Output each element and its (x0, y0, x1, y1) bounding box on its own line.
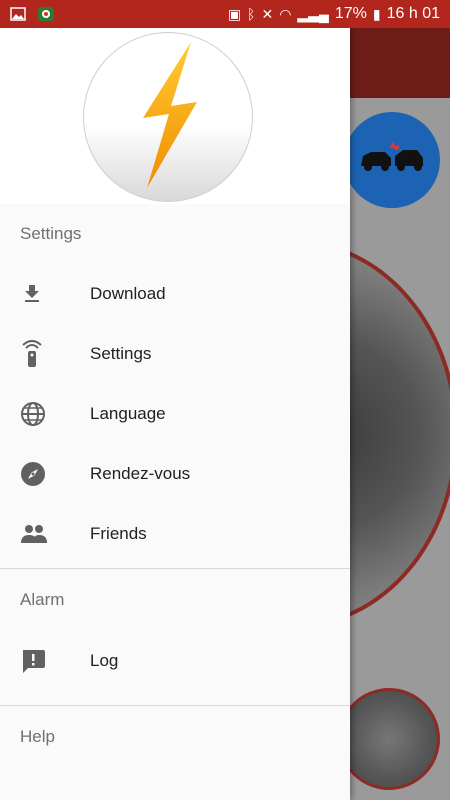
battery-icon: ▮ (372, 5, 381, 22)
wifi-icon: ◠ (279, 5, 292, 22)
people-icon (0, 523, 90, 545)
car-crash-icon (357, 140, 427, 181)
section-title-alarm: Alarm (20, 590, 65, 609)
mute-icon: ✕ (261, 5, 274, 22)
download-icon (0, 282, 90, 306)
menu-item-language[interactable]: Language (0, 384, 350, 444)
app-notification-icon (36, 6, 56, 22)
menu-label: Friends (90, 524, 147, 543)
drawer-header (0, 28, 350, 204)
menu-label: Settings (90, 344, 152, 363)
section-divider (0, 705, 350, 706)
section-title-help: Help (20, 727, 55, 746)
lightning-bolt-icon (133, 40, 203, 195)
app-toolbar (350, 28, 450, 98)
menu-label: Log (90, 651, 119, 670)
clock: 16 h 01 (386, 5, 440, 22)
globe-icon (0, 401, 90, 427)
menu-item-settings[interactable]: Settings (0, 324, 350, 384)
vibrate-icon: ▣ (227, 5, 242, 22)
menu-item-friends[interactable]: Friends (0, 504, 350, 564)
menu-label: Download (90, 284, 166, 303)
section-divider (0, 568, 350, 569)
radar-button[interactable] (338, 688, 440, 790)
compass-icon (0, 461, 90, 487)
feedback-icon (0, 648, 90, 674)
battery-percent: 17% (334, 5, 367, 22)
accident-button[interactable] (344, 112, 440, 208)
menu-item-download[interactable]: Download (0, 264, 350, 324)
menu-item-log[interactable]: Log (0, 621, 350, 701)
remote-icon (0, 340, 90, 368)
navigation-drawer: Settings Download Settings Language Rend… (0, 28, 350, 800)
section-title-settings: Settings (20, 224, 82, 243)
bluetooth-icon: ᛒ (247, 6, 256, 22)
gallery-notification-icon (8, 6, 28, 22)
status-bar: ▣ ᛒ ✕ ◠ ▂▃▄ 17% ▮ 16 h 01 (0, 0, 450, 28)
menu-label: Language (90, 404, 166, 423)
app-logo (83, 32, 253, 202)
menu-item-rendez-vous[interactable]: Rendez-vous (0, 444, 350, 504)
menu-label: Rendez-vous (90, 464, 191, 483)
signal-icon: ▂▃▄ (297, 5, 329, 22)
